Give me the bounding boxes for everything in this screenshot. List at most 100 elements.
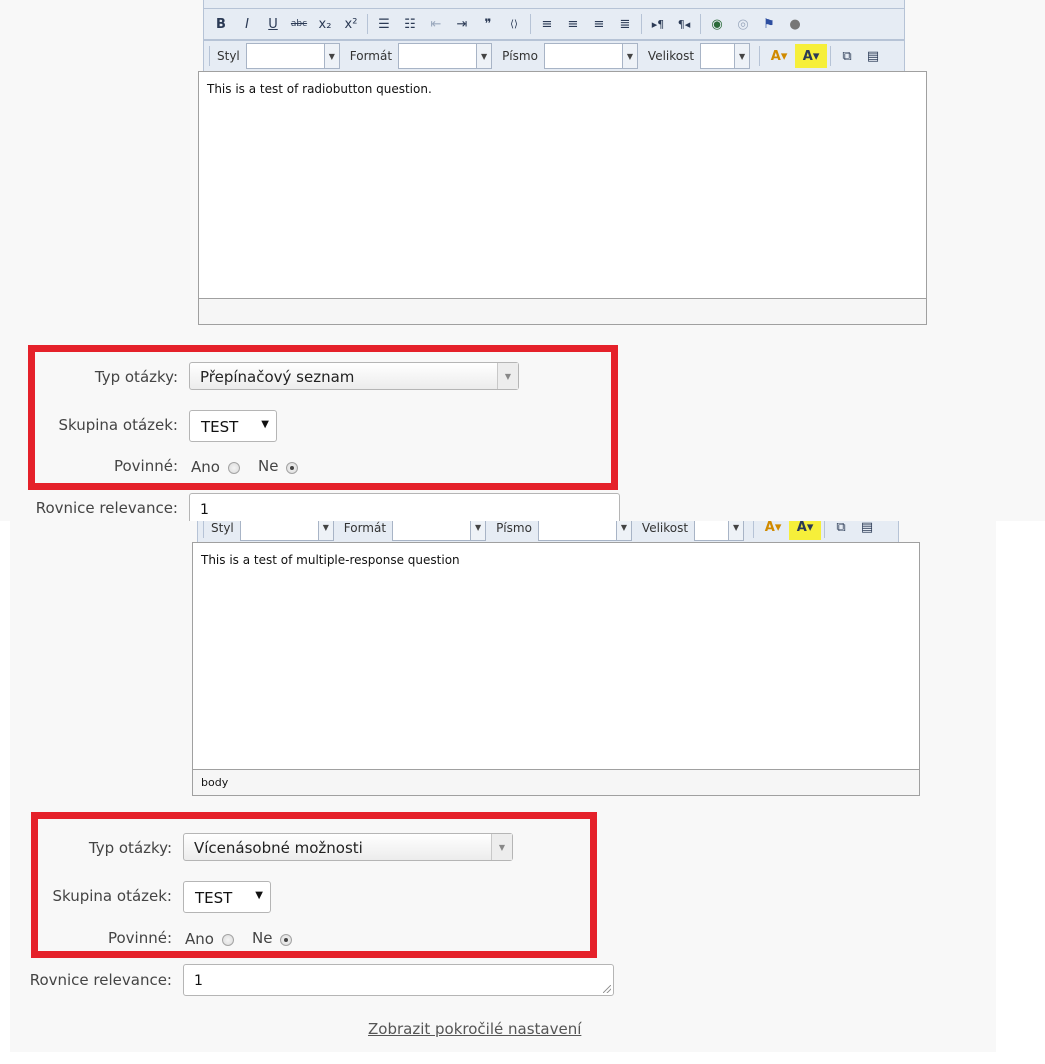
style-label: Styl bbox=[211, 521, 234, 535]
globe-icon[interactable]: ● bbox=[782, 12, 808, 36]
question-type-value: Přepínačový seznam bbox=[200, 368, 355, 386]
outdent-icon[interactable]: ⇤ bbox=[423, 12, 449, 36]
question-panel-multiple-response: Styl ▼ Formát ▼ Písmo ▼ Velikost ▼ A▾ A▾… bbox=[10, 521, 996, 1052]
subscript-button[interactable]: x₂ bbox=[312, 12, 338, 36]
question-group-select[interactable]: TEST ▼ bbox=[189, 410, 277, 442]
question-group-select[interactable]: TEST ▼ bbox=[183, 881, 271, 913]
align-justify-icon[interactable]: ≣ bbox=[612, 12, 638, 36]
size-combo[interactable]: ▼ bbox=[700, 43, 751, 69]
mandatory-no-label[interactable]: Ne bbox=[258, 457, 278, 475]
text-color-icon[interactable]: A▾ bbox=[763, 44, 795, 68]
resize-grip-icon[interactable] bbox=[603, 985, 611, 993]
rtl-direction-icon[interactable]: ¶◂ bbox=[671, 12, 697, 36]
mandatory-yes-label[interactable]: Ano bbox=[191, 458, 220, 476]
format-combo[interactable]: ▼ bbox=[398, 43, 493, 69]
mandatory-yes-radio[interactable] bbox=[228, 462, 240, 474]
chevron-down-icon: ▼ bbox=[261, 419, 269, 430]
strikethrough-button[interactable]: abc bbox=[286, 12, 312, 36]
question-group-label: Skupina otázek: bbox=[58, 416, 178, 434]
style-combo[interactable]: ▼ bbox=[245, 43, 340, 69]
question-panel-radiobutton: B I U abc x₂ x² ☰ ☷ ⇤ ⇥ ❞ ⟨⟩ ≡ ≡ ≡ ≣ ▸¶ … bbox=[0, 0, 1045, 521]
underline-button[interactable]: U bbox=[260, 12, 286, 36]
relevance-label: Rovnice relevance: bbox=[35, 499, 178, 517]
size-label: Velikost bbox=[647, 49, 695, 63]
editor-toolbar-row-combos: Styl ▼ Formát ▼ Písmo ▼ Velikost ▼ A▾ A▾… bbox=[203, 40, 905, 72]
size-combo[interactable]: ▼ bbox=[694, 521, 745, 541]
link-icon[interactable]: ◉ bbox=[704, 12, 730, 36]
mandatory-no-radio[interactable] bbox=[286, 462, 298, 474]
style-combo[interactable]: ▼ bbox=[239, 521, 334, 541]
font-combo[interactable]: ▼ bbox=[537, 521, 632, 541]
italic-button[interactable]: I bbox=[234, 12, 260, 36]
font-combo[interactable]: ▼ bbox=[543, 43, 638, 69]
editor-content[interactable]: This is a test of multiple-response ques… bbox=[201, 553, 460, 567]
mandatory-label: Povinné: bbox=[107, 929, 172, 947]
mandatory-yes-label[interactable]: Ano bbox=[185, 930, 214, 948]
question-type-label: Typ otázky: bbox=[88, 839, 172, 857]
superscript-button[interactable]: x² bbox=[338, 12, 364, 36]
mandatory-yes-radio[interactable] bbox=[222, 934, 234, 946]
advanced-settings-link[interactable]: Zobrazit pokročilé nastavení bbox=[368, 1020, 581, 1038]
align-left-icon[interactable]: ≡ bbox=[534, 12, 560, 36]
question-type-value: Vícenásobné možnosti bbox=[194, 839, 363, 857]
chevron-down-icon: ▼ bbox=[491, 834, 512, 860]
size-label: Velikost bbox=[641, 521, 689, 535]
question-type-label: Typ otázky: bbox=[94, 368, 178, 386]
chevron-down-icon: ▼ bbox=[497, 363, 518, 389]
relevance-input[interactable]: 1 bbox=[189, 493, 620, 521]
relevance-input[interactable]: 1 bbox=[183, 964, 614, 996]
relevance-label: Rovnice relevance: bbox=[29, 971, 172, 989]
ltr-direction-icon[interactable]: ▸¶ bbox=[645, 12, 671, 36]
editor-status-bar bbox=[199, 298, 926, 324]
toolbar-separator bbox=[641, 14, 642, 34]
bold-button[interactable]: B bbox=[208, 12, 234, 36]
toolbar-separator bbox=[209, 46, 210, 66]
div-container-icon[interactable]: ⟨⟩ bbox=[501, 12, 527, 36]
editor-content[interactable]: This is a test of radiobutton question. bbox=[207, 82, 432, 96]
font-label: Písmo bbox=[496, 521, 532, 535]
text-color-icon[interactable]: A▾ bbox=[757, 521, 789, 540]
align-right-icon[interactable]: ≡ bbox=[586, 12, 612, 36]
toolbar-separator bbox=[700, 14, 701, 34]
background-color-icon[interactable]: A▾ bbox=[789, 521, 822, 540]
chevron-down-icon: ▼ bbox=[621, 44, 637, 68]
unlink-icon[interactable]: ◎ bbox=[730, 12, 756, 36]
question-group-value: TEST bbox=[201, 418, 239, 436]
anchor-flag-icon[interactable]: ⚑ bbox=[756, 12, 782, 36]
style-label: Styl bbox=[217, 49, 240, 63]
background-color-icon[interactable]: A▾ bbox=[795, 44, 828, 68]
format-combo[interactable]: ▼ bbox=[392, 521, 487, 541]
question-editor[interactable]: This is a test of multiple-response ques… bbox=[192, 542, 920, 796]
show-blocks-icon[interactable]: ▤ bbox=[860, 44, 886, 68]
question-group-label: Skupina otázek: bbox=[52, 887, 172, 905]
toolbar-separator bbox=[530, 14, 531, 34]
editor-status-bar: body bbox=[193, 769, 919, 795]
toolbar-separator bbox=[830, 46, 832, 66]
blockquote-icon[interactable]: ❞ bbox=[475, 12, 501, 36]
editor-toolbar-row-format: B I U abc x₂ x² ☰ ☷ ⇤ ⇥ ❞ ⟨⟩ ≡ ≡ ≡ ≣ ▸¶ … bbox=[203, 8, 905, 40]
question-editor[interactable]: This is a test of radiobutton question. bbox=[198, 71, 927, 325]
chevron-down-icon: ▼ bbox=[728, 521, 744, 540]
mandatory-label: Povinné: bbox=[113, 457, 178, 475]
question-type-select[interactable]: Přepínačový seznam ▼ bbox=[189, 362, 519, 390]
toolbar-separator bbox=[753, 521, 755, 538]
relevance-value: 1 bbox=[194, 973, 203, 989]
toolbar-separator bbox=[367, 14, 368, 34]
show-blocks-icon[interactable]: ▤ bbox=[854, 521, 880, 540]
maximize-icon[interactable]: ⧉ bbox=[828, 521, 854, 540]
maximize-icon[interactable]: ⧉ bbox=[834, 44, 860, 68]
chevron-down-icon: ▼ bbox=[734, 44, 750, 68]
indent-icon[interactable]: ⇥ bbox=[449, 12, 475, 36]
font-label: Písmo bbox=[502, 49, 538, 63]
align-center-icon[interactable]: ≡ bbox=[560, 12, 586, 36]
mandatory-no-label[interactable]: Ne bbox=[252, 929, 272, 947]
bullet-list-icon[interactable]: ☷ bbox=[397, 12, 423, 36]
mandatory-no-radio[interactable] bbox=[280, 934, 292, 946]
toolbar-separator bbox=[824, 521, 826, 538]
chevron-down-icon: ▼ bbox=[470, 521, 486, 540]
editor-toolbar-row-combos: Styl ▼ Formát ▼ Písmo ▼ Velikost ▼ A▾ A▾… bbox=[197, 521, 899, 544]
toolbar-separator bbox=[203, 521, 204, 538]
question-type-select[interactable]: Vícenásobné možnosti ▼ bbox=[183, 833, 513, 861]
numbered-list-icon[interactable]: ☰ bbox=[371, 12, 397, 36]
chevron-down-icon: ▼ bbox=[323, 44, 339, 68]
